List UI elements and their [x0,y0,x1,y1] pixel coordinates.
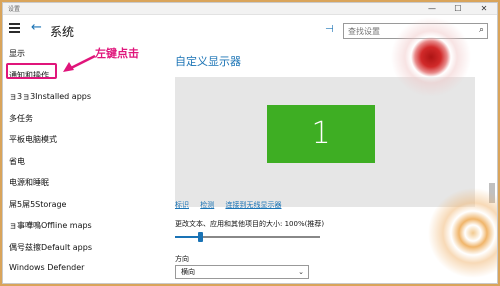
annotation-text: 左键点击 [95,47,139,60]
sidebar-item-default-apps[interactable]: 偶号兹擦Default apps [9,242,92,253]
detect-link[interactable]: 检测 [200,201,214,209]
sidebar-item-tablet-mode[interactable]: 平板电脑模式 [9,134,57,145]
highlight-box [6,63,57,79]
display-links: 标识 检测 连接到无线显示器 [175,200,290,210]
maximize-button[interactable]: ☐ [445,3,471,15]
sidebar-item-power-sleep[interactable]: 电源和睡眠 [9,177,49,188]
sidebar-item-multitasking[interactable]: 多任务 [9,113,33,124]
connect-wireless-display-link[interactable]: 连接到无线显示器 [225,201,281,209]
annotation-arrow-icon [63,54,96,72]
back-arrow-icon[interactable]: ← [31,20,42,35]
scale-slider-thumb[interactable] [197,232,203,242]
monitor-tile[interactable]: 1 [267,105,375,163]
sidebar-item-offline-maps[interactable]: ョ事嘩鳴Offline maps [9,220,92,231]
section-title: 自定义显示器 [175,55,241,68]
scale-label: 更改文本、应用和其他项目的大小: 100%(推荐) [175,220,325,228]
settings-window: 设置 — ☐ ✕ ← 系统 ⊣ ⌕ 显示 通知和操作 ョ3ョ3Installed… [2,2,498,284]
title-bar: 设置 — ☐ ✕ [3,3,497,15]
sidebar-item-display[interactable]: 显示 [9,48,25,59]
search-icon[interactable]: ⌕ [479,25,484,35]
orientation-value: 横向 [181,268,195,276]
close-button[interactable]: ✕ [471,3,497,15]
sidebar-item-battery-saver[interactable]: 省电 [9,156,25,167]
sidebar-item-installed-apps[interactable]: ョ3ョ3Installed apps [9,91,91,102]
scale-slider-fill [175,236,200,238]
chevron-down-icon: ⌄ [298,268,304,276]
sidebar-item-windows-defender[interactable]: Windows Defender [9,263,84,272]
orientation-label: 方向 [175,255,189,263]
sidebar-item-storage[interactable]: 屌5屌5Storage [9,199,66,210]
minimize-button[interactable]: — [419,3,445,15]
menu-icon[interactable] [9,23,20,34]
window-title: 设置 [8,6,21,13]
sidebar: 显示 通知和操作 ョ3ョ3Installed apps 多任务 平板电脑模式 省… [3,43,143,283]
scale-slider[interactable] [175,232,320,242]
identify-link[interactable]: 标识 [175,201,189,209]
decorative-red-orb [383,17,479,97]
page-title: 系统 [50,25,75,39]
orientation-dropdown[interactable]: 横向 ⌄ [175,265,309,279]
pin-icon[interactable]: ⊣ [325,24,334,35]
